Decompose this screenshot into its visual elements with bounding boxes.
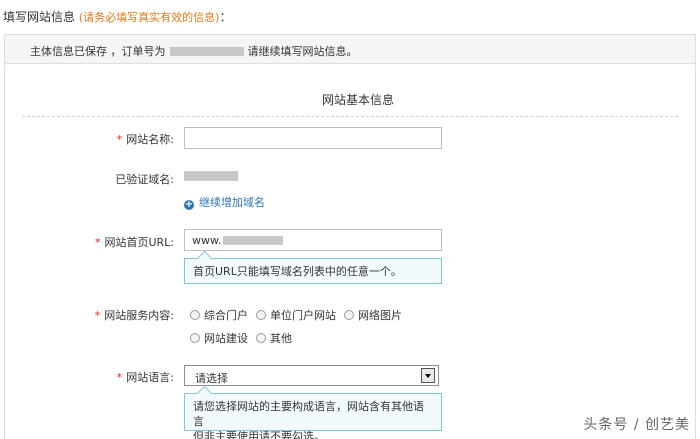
homepage-url-tip-text: 首页URL只能填写域名列表中的任意一个。	[193, 265, 402, 278]
homepage-url-tip: 首页URL只能填写域名列表中的任意一个。	[184, 250, 442, 284]
radio-option-unit-portal[interactable]: 单位门户网站	[256, 307, 336, 323]
status-message: 主体信息已保存 ，订单号为 请继续填写网站信息。	[30, 43, 358, 59]
verified-domain-label: 已验证域名:	[4, 171, 174, 187]
site-name-label-text: 网站名称:	[126, 133, 174, 146]
radio-option-portal[interactable]: 综合门户	[190, 307, 248, 323]
plus-circle-icon: +	[184, 199, 194, 210]
homepage-url-prefix: www.	[192, 234, 222, 247]
homepage-url-label-text: 网站首页URL:	[104, 236, 174, 249]
required-mark: *	[94, 236, 101, 249]
language-label: * 网站语言:	[4, 369, 174, 385]
status-prefix: 主体信息已保存 ，订单号为	[30, 45, 166, 58]
language-tip-line1: 请您选择网站的主要构成语言，网站含有其他语言	[193, 400, 424, 428]
radio-option-network-images[interactable]: 网络图片	[344, 307, 402, 323]
language-tip: 请您选择网站的主要构成语言，网站含有其他语言 但非主要使用请不要勾选。	[184, 385, 442, 439]
radio-button[interactable]	[256, 333, 266, 343]
add-domain-link[interactable]: + 继续增加域名	[184, 194, 265, 210]
status-suffix: 请继续填写网站信息。	[247, 45, 358, 58]
radio-button[interactable]	[256, 310, 266, 320]
page-title-colon: ：	[219, 10, 232, 24]
site-name-label: * 网站名称:	[4, 131, 174, 147]
radio-label: 综合门户	[204, 309, 248, 322]
order-number-redacted	[169, 47, 244, 56]
radio-label: 网站建设	[204, 332, 248, 345]
section-divider	[22, 116, 678, 117]
watermark: 头条号 / 创艺美	[583, 417, 690, 433]
language-select[interactable]: 请选择	[184, 365, 439, 386]
homepage-url-label: * 网站首页URL:	[4, 234, 174, 250]
section-title: 网站基本信息	[322, 93, 395, 107]
language-tip-line2: 但非主要使用请不要勾选。	[193, 430, 325, 439]
page-title-note: (请务必填写真实有效的信息)	[78, 11, 220, 24]
chevron-down-icon[interactable]	[421, 368, 435, 383]
language-select-value: 请选择	[195, 372, 228, 385]
radio-label: 网络图片	[358, 309, 402, 322]
radio-label: 其他	[270, 332, 292, 345]
radio-button[interactable]	[190, 333, 200, 343]
homepage-url-value: www.	[192, 234, 284, 247]
page-title: 填写网站信息	[3, 10, 76, 24]
language-label-text: 网站语言:	[126, 371, 174, 384]
service-content-label-text: 网站服务内容:	[104, 309, 174, 322]
required-mark: *	[94, 309, 101, 322]
required-mark: *	[116, 371, 123, 384]
radio-option-other[interactable]: 其他	[256, 330, 292, 346]
verified-domain-label-text: 已验证域名:	[115, 173, 174, 186]
radio-option-site-building[interactable]: 网站建设	[190, 330, 248, 346]
add-domain-label: 继续增加域名	[199, 196, 265, 209]
status-bar: 主体信息已保存 ，订单号为 请继续填写网站信息。	[4, 34, 696, 64]
service-content-label: * 网站服务内容:	[4, 307, 174, 323]
homepage-url-input[interactable]: www.	[184, 229, 442, 251]
radio-button[interactable]	[190, 310, 200, 320]
homepage-url-redacted	[223, 236, 284, 245]
radio-label: 单位门户网站	[270, 309, 336, 322]
required-mark: *	[116, 133, 123, 146]
site-name-input[interactable]	[184, 127, 442, 149]
page-header: 填写网站信息 (请务必填写真实有效的信息)：	[3, 8, 231, 25]
page: 填写网站信息 (请务必填写真实有效的信息)： 主体信息已保存 ，订单号为 请继续填…	[0, 0, 700, 439]
radio-button[interactable]	[344, 310, 354, 320]
verified-domain-redacted	[184, 171, 238, 181]
